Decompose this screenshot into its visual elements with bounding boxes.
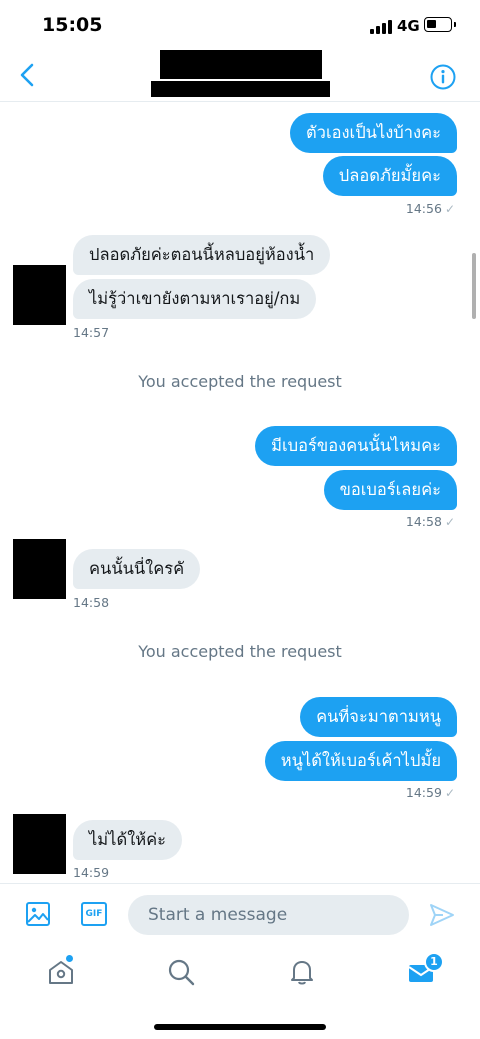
message-bubble-incoming[interactable]: ไม่ได้ให้ค่ะ <box>73 820 183 860</box>
chevron-left-icon <box>20 63 34 87</box>
send-icon <box>430 904 454 926</box>
avatar-redacted[interactable] <box>13 814 66 874</box>
signal-icon <box>370 20 392 34</box>
home-icon <box>49 961 73 984</box>
avatar-redacted[interactable] <box>13 265 66 325</box>
home-indicator[interactable] <box>154 1024 326 1030</box>
timestamp-text: 14:56 <box>405 201 442 216</box>
message-bubble-outgoing[interactable]: หนูได้ให้เบอร์เค้าไปมั้ย <box>264 741 457 781</box>
messages-badge: 1 <box>424 952 444 972</box>
search-icon <box>168 959 195 986</box>
status-time: 15:05 <box>42 14 103 36</box>
sent-check-icon: ✓ <box>444 202 455 216</box>
add-media-button[interactable] <box>25 901 51 927</box>
info-button[interactable] <box>430 64 456 90</box>
message-bubble-incoming[interactable]: ปลอดภัยค่ะตอนนี้หลบอยู่ห้องน้ำ <box>73 235 331 275</box>
info-icon <box>430 64 456 90</box>
message-timestamp: 14:57 <box>73 325 110 340</box>
message-timestamp: 14:58 <box>73 595 110 610</box>
sent-check-icon: ✓ <box>444 786 455 800</box>
new-content-dot <box>66 955 73 962</box>
message-bubble-outgoing[interactable]: ปลอดภัยมั้ยคะ <box>322 156 457 196</box>
sent-check-icon: ✓ <box>444 515 455 529</box>
system-notice: You accepted the request <box>138 642 342 661</box>
tab-messages[interactable]: 1 <box>406 952 444 987</box>
timestamp-text: 14:58 <box>405 514 442 529</box>
message-bubble-outgoing[interactable]: ตัวเองเป็นไงบ้างคะ <box>289 113 457 153</box>
send-button[interactable] <box>429 902 455 928</box>
tab-home[interactable] <box>46 955 76 987</box>
battery-icon <box>424 17 456 32</box>
message-composer: GIF Start a message <box>0 883 480 945</box>
message-list[interactable]: ตัวเองเป็นไงบ้างคะ ปลอดภัยมั้ยคะ 14:56 ✓ … <box>0 103 480 883</box>
conversation-header <box>0 50 480 102</box>
message-bubble-incoming[interactable]: คนนั้นนี่ใครคั <box>73 549 201 589</box>
network-label: 4G <box>397 17 420 35</box>
message-bubble-outgoing[interactable]: คนที่จะมาตามหนู <box>300 697 457 737</box>
timestamp-text: 14:59 <box>405 785 442 800</box>
bell-icon <box>291 961 313 985</box>
status-bar: 15:05 4G <box>0 0 480 50</box>
message-bubble-outgoing[interactable]: มีเบอร์ของคนนั้นไหมคะ <box>255 426 457 466</box>
redacted-contact-name <box>160 50 322 79</box>
message-bubble-outgoing[interactable]: ขอเบอร์เลยค่ะ <box>323 470 457 510</box>
redacted-contact-handle <box>151 81 330 97</box>
message-bubble-incoming[interactable]: ไม่รู้ว่าเขายังตามหาเราอยู่/กม <box>73 279 317 319</box>
tab-notifications[interactable] <box>287 957 317 987</box>
scrollbar[interactable] <box>472 253 476 319</box>
image-icon <box>26 902 50 926</box>
system-notice: You accepted the request <box>138 372 342 391</box>
message-timestamp: 14:59 ✓ <box>406 785 455 800</box>
tab-bar: 1 <box>0 945 480 1039</box>
message-timestamp: 14:58 ✓ <box>406 514 455 529</box>
back-button[interactable] <box>16 62 40 88</box>
gif-button[interactable]: GIF <box>81 902 107 926</box>
avatar-redacted[interactable] <box>13 539 66 599</box>
message-input[interactable]: Start a message <box>128 895 409 935</box>
message-timestamp: 14:59 <box>73 865 110 880</box>
message-timestamp: 14:56 ✓ <box>406 201 455 216</box>
tab-search[interactable] <box>166 957 196 987</box>
